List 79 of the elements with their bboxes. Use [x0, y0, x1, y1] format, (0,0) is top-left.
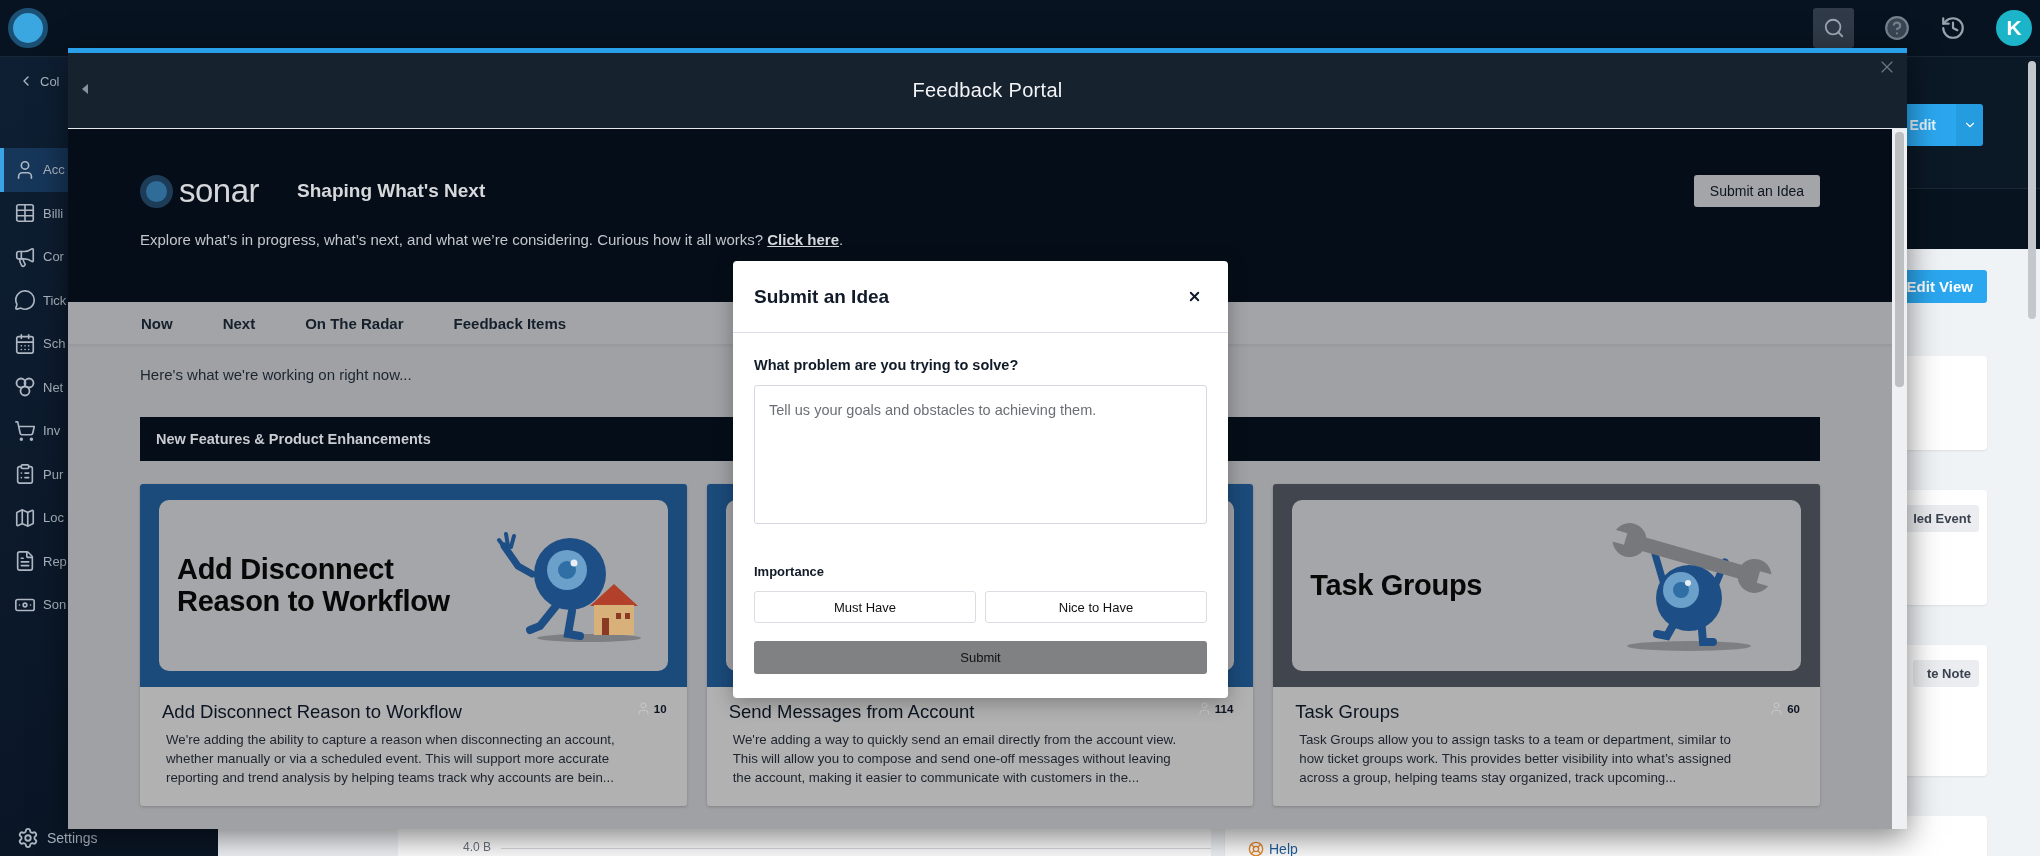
card-title: Send Messages from Account	[728, 701, 975, 723]
tab[interactable]: Now	[116, 314, 198, 332]
scrollbar-thumb[interactable]	[1895, 132, 1904, 387]
settings-icon	[17, 827, 39, 849]
feature-card[interactable]	[140, 484, 687, 806]
sidebar-label: Rep	[43, 553, 67, 569]
table-icon	[14, 202, 36, 225]
tab[interactable]: On The Radar	[280, 314, 429, 332]
importance-label: Importance	[754, 564, 826, 579]
search-button[interactable]	[1813, 8, 1854, 48]
lifebuoy-icon	[1248, 841, 1264, 856]
card-description: We're adding a way to quickly send an email directly from the account view. This will allow you to compose and send one-off messages without leaving the account, making it easier to communicate with customers in the...	[732, 731, 1178, 787]
sidebar-label: Settings	[47, 830, 98, 846]
sidebar-label: Acc	[43, 162, 65, 178]
question-label: What problem are you trying to solve?	[754, 357, 1020, 373]
help-icon[interactable]	[1884, 15, 1910, 41]
card-description: Task Groups allow you to assign tasks to a team or department, similar to how ticket groups work. This provides better visibility into what’s assigned across a group, helping teams stay organized, track upcoming...	[1299, 731, 1733, 787]
importance-option[interactable]: Must Have	[754, 591, 976, 623]
sidebar-item[interactable]: Tick	[0, 278, 68, 322]
banner-heading: Add Disconnect Reason to Workflow	[177, 554, 450, 617]
lead-text: Here's what we're working on right now...	[140, 366, 412, 383]
map-icon	[14, 506, 36, 529]
calendar-icon	[14, 332, 36, 355]
intro-text: Explore what’s in progress, what’s next, and what we’re considering. Curious how it all works? Click here.	[140, 231, 845, 248]
sidebar-item[interactable]: Cor	[0, 235, 68, 279]
help-link[interactable]: Help	[1248, 841, 1298, 856]
card-description: We're adding the ability to capture a reason when disconnecting an account, whether manually or via a scheduled event. This will support more accurate reporting and trend analysis by helping teams track why accounts are bein...	[166, 731, 616, 787]
sidebar-item[interactable]: Sch	[0, 322, 68, 366]
vote-count: 60	[1787, 702, 1800, 715]
sidebar-item[interactable]: Rep	[0, 539, 68, 583]
sidebar-label: Billi	[43, 205, 64, 221]
problem-input[interactable]: Tell us your goals and obstacles to achieving them.	[754, 385, 1207, 524]
banner-heading: Task Groups	[1310, 569, 1483, 602]
feature-card[interactable]	[1273, 484, 1820, 806]
importance-option[interactable]: Nice to Have	[985, 591, 1207, 623]
tab[interactable]: Next	[197, 314, 281, 332]
hero-title: Shaping What's Next	[297, 180, 486, 202]
sidebar-label: Pur	[43, 466, 64, 482]
sidebar-item[interactable]: Net	[0, 365, 68, 409]
axis-label: 4.0 B	[463, 840, 492, 854]
sidebar-item[interactable]: Pur	[0, 452, 68, 496]
card-title: Task Groups	[1295, 701, 1400, 723]
dialog-title: Submit an Idea	[754, 285, 890, 308]
vote-count: 114	[1214, 702, 1234, 715]
sidebar-label: Son	[43, 597, 67, 613]
sidebar-label: Tick	[43, 292, 67, 308]
sidebar-item[interactable]: Son	[0, 583, 68, 627]
window-title: Feedback Portal	[912, 79, 1063, 102]
cart-icon	[14, 419, 36, 442]
tag-chip[interactable]: te Note	[1912, 660, 1979, 687]
clipboard-icon	[14, 463, 36, 486]
speech-bubble-icon	[14, 289, 36, 312]
app-logo[interactable]	[8, 8, 48, 48]
scrollbar-thumb[interactable]	[2028, 61, 2036, 319]
tab[interactable]: Feedback Items	[428, 314, 592, 332]
circles-icon	[14, 376, 36, 399]
collapse-button[interactable]: Col	[0, 69, 60, 93]
sidebar-label: Inv	[43, 423, 61, 439]
sidebar-item[interactable]: Billi	[0, 191, 68, 235]
sidebar-label: Loc	[43, 510, 64, 526]
sidebar-item[interactable]: Acc	[0, 148, 68, 192]
sidebar-label: Sch	[43, 336, 66, 352]
sidebar-label: Net	[43, 379, 64, 395]
search-icon	[1822, 17, 1845, 39]
sidebar-label: Cor	[43, 249, 64, 265]
brand-logo: sonar	[140, 172, 260, 210]
document-icon	[14, 550, 36, 573]
person-icon	[1196, 701, 1212, 716]
vote-count: 10	[653, 702, 667, 715]
submit-idea-button[interactable]: Submit an Idea	[1693, 175, 1820, 207]
sidebar-item[interactable]: Loc	[0, 496, 68, 540]
sidebar-item[interactable]: Inv	[0, 409, 68, 453]
back-caret-icon[interactable]	[82, 84, 89, 94]
settings-item[interactable]: Settings	[0, 826, 218, 850]
card-title: Add Disconnect Reason to Workflow	[162, 701, 462, 723]
click-here-link[interactable]: Click here	[767, 231, 839, 248]
megaphone-icon	[14, 245, 36, 268]
close-icon[interactable]	[1187, 289, 1202, 304]
history-icon[interactable]	[1940, 15, 1966, 41]
